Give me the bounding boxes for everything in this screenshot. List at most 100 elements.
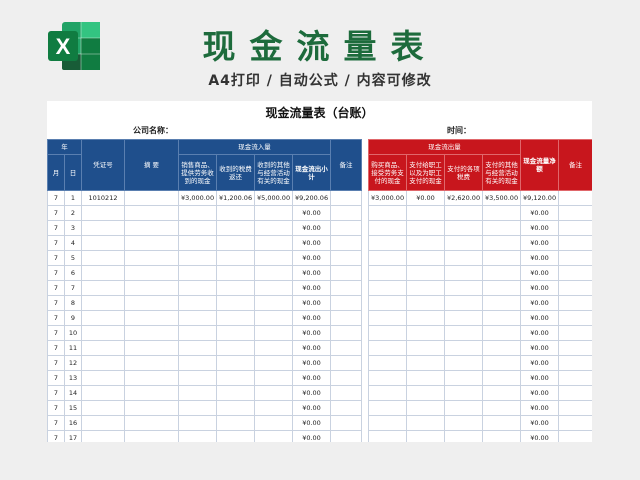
outflow-cell[interactable]: ¥3,000.00	[368, 190, 407, 206]
inflow-cell[interactable]	[254, 415, 293, 431]
summary-cell[interactable]	[124, 370, 179, 386]
inflow-cell[interactable]	[254, 235, 293, 251]
voucher-cell[interactable]	[81, 430, 125, 442]
voucher-cell[interactable]	[81, 220, 125, 236]
net-flow-cell[interactable]: ¥0.00	[520, 430, 559, 442]
net-flow-cell[interactable]: ¥0.00	[520, 250, 559, 266]
outflow-cell[interactable]: ¥2,620.00	[444, 190, 483, 206]
outflow-cell[interactable]	[368, 310, 407, 326]
inflow-subtotal-cell[interactable]: ¥0.00	[292, 265, 331, 281]
outflow-cell[interactable]	[368, 400, 407, 416]
inflow-cell[interactable]	[216, 205, 255, 221]
month-cell[interactable]: 7	[47, 340, 65, 356]
day-cell[interactable]: 14	[64, 385, 82, 401]
voucher-cell[interactable]	[81, 355, 125, 371]
outflow-cell[interactable]	[368, 415, 407, 431]
remark-cell[interactable]	[330, 190, 362, 206]
outflow-cell[interactable]	[482, 280, 521, 296]
inflow-cell[interactable]	[216, 295, 255, 311]
inflow-cell[interactable]	[216, 280, 255, 296]
inflow-subtotal-cell[interactable]: ¥0.00	[292, 205, 331, 221]
outflow-cell[interactable]	[368, 235, 407, 251]
outflow-cell[interactable]	[368, 280, 407, 296]
outflow-cell[interactable]	[444, 220, 483, 236]
day-cell[interactable]: 9	[64, 310, 82, 326]
net-flow-cell[interactable]: ¥0.00	[520, 385, 559, 401]
inflow-subtotal-cell[interactable]: ¥0.00	[292, 340, 331, 356]
net-flow-cell[interactable]: ¥0.00	[520, 355, 559, 371]
outflow-cell[interactable]	[444, 205, 483, 221]
inflow-subtotal-cell[interactable]: ¥0.00	[292, 370, 331, 386]
voucher-cell[interactable]	[81, 400, 125, 416]
inflow-subtotal-cell[interactable]: ¥0.00	[292, 415, 331, 431]
inflow-cell[interactable]	[254, 385, 293, 401]
outflow-cell[interactable]	[406, 415, 445, 431]
inflow-cell[interactable]	[178, 400, 217, 416]
inflow-cell[interactable]	[216, 400, 255, 416]
remark-cell[interactable]	[330, 430, 362, 442]
outflow-cell[interactable]	[406, 370, 445, 386]
month-cell[interactable]: 7	[47, 325, 65, 341]
inflow-cell[interactable]	[178, 235, 217, 251]
inflow-cell[interactable]	[254, 250, 293, 266]
outflow-cell[interactable]	[368, 430, 407, 442]
outflow-cell[interactable]: ¥0.00	[406, 190, 445, 206]
outflow-cell[interactable]	[368, 265, 407, 281]
summary-cell[interactable]	[124, 430, 179, 442]
remark-cell[interactable]	[558, 355, 592, 371]
outflow-cell[interactable]	[368, 340, 407, 356]
summary-cell[interactable]	[124, 325, 179, 341]
remark-cell[interactable]	[558, 325, 592, 341]
net-flow-cell[interactable]: ¥0.00	[520, 340, 559, 356]
outflow-cell[interactable]	[444, 385, 483, 401]
remark-cell[interactable]	[330, 265, 362, 281]
inflow-subtotal-cell[interactable]: ¥0.00	[292, 385, 331, 401]
voucher-cell[interactable]	[81, 310, 125, 326]
net-flow-cell[interactable]: ¥9,120.00	[520, 190, 559, 206]
inflow-cell[interactable]	[178, 220, 217, 236]
day-cell[interactable]: 5	[64, 250, 82, 266]
outflow-cell[interactable]: ¥3,500.00	[482, 190, 521, 206]
month-cell[interactable]: 7	[47, 430, 65, 442]
inflow-cell[interactable]	[178, 265, 217, 281]
outflow-cell[interactable]	[406, 430, 445, 442]
inflow-cell[interactable]: ¥5,000.00	[254, 190, 293, 206]
outflow-cell[interactable]	[482, 310, 521, 326]
voucher-cell[interactable]: 1010212	[81, 190, 125, 206]
outflow-cell[interactable]	[368, 250, 407, 266]
inflow-subtotal-cell[interactable]: ¥0.00	[292, 235, 331, 251]
inflow-cell[interactable]	[254, 370, 293, 386]
net-flow-cell[interactable]: ¥0.00	[520, 325, 559, 341]
remark-cell[interactable]	[558, 400, 592, 416]
outflow-cell[interactable]	[406, 265, 445, 281]
remark-cell[interactable]	[558, 220, 592, 236]
inflow-cell[interactable]	[216, 250, 255, 266]
month-cell[interactable]: 7	[47, 400, 65, 416]
day-cell[interactable]: 11	[64, 340, 82, 356]
inflow-subtotal-cell[interactable]: ¥0.00	[292, 355, 331, 371]
remark-cell[interactable]	[558, 205, 592, 221]
inflow-cell[interactable]	[254, 340, 293, 356]
outflow-cell[interactable]	[482, 220, 521, 236]
summary-cell[interactable]	[124, 295, 179, 311]
summary-cell[interactable]	[124, 400, 179, 416]
outflow-cell[interactable]	[444, 235, 483, 251]
voucher-cell[interactable]	[81, 325, 125, 341]
inflow-cell[interactable]	[178, 370, 217, 386]
remark-cell[interactable]	[330, 205, 362, 221]
outflow-cell[interactable]	[482, 325, 521, 341]
remark-cell[interactable]	[330, 235, 362, 251]
summary-cell[interactable]	[124, 310, 179, 326]
inflow-cell[interactable]	[254, 265, 293, 281]
day-cell[interactable]: 6	[64, 265, 82, 281]
net-flow-cell[interactable]: ¥0.00	[520, 205, 559, 221]
net-flow-cell[interactable]: ¥0.00	[520, 370, 559, 386]
remark-cell[interactable]	[558, 340, 592, 356]
outflow-cell[interactable]	[444, 295, 483, 311]
outflow-cell[interactable]	[444, 310, 483, 326]
month-cell[interactable]: 7	[47, 250, 65, 266]
month-cell[interactable]: 7	[47, 415, 65, 431]
net-flow-cell[interactable]: ¥0.00	[520, 235, 559, 251]
summary-cell[interactable]	[124, 385, 179, 401]
inflow-cell[interactable]	[216, 220, 255, 236]
